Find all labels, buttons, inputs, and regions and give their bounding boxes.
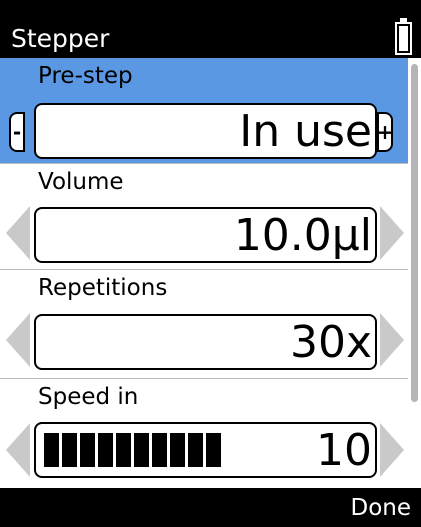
speed-level-segment [188, 433, 203, 467]
screen-title: Stepper [11, 24, 110, 53]
softkey-bar: Done [0, 488, 421, 527]
decrease-arrow-icon[interactable] [6, 423, 30, 477]
settings-list: Pre-step - In use + Volume 10.0µl Repeti… [0, 58, 408, 488]
row-label-volume: Volume [38, 169, 124, 195]
increase-button[interactable]: + [377, 112, 393, 152]
speed-level-segment [80, 433, 95, 467]
speed-in-field[interactable]: 10 [34, 422, 377, 478]
pre-step-field[interactable]: In use [34, 103, 377, 159]
speed-level-segment [62, 433, 77, 467]
speed-level-segment [134, 433, 149, 467]
row-label-repetitions: Repetitions [38, 275, 168, 301]
scrollbar-thumb[interactable] [411, 64, 418, 402]
battery-icon [395, 18, 412, 55]
decrease-arrow-icon[interactable] [6, 313, 30, 367]
increase-arrow-icon[interactable] [380, 423, 404, 477]
increase-arrow-icon[interactable] [380, 206, 404, 260]
speed-level-segment [152, 433, 167, 467]
stepper-screen: Stepper Pre-step - In use + Volume 10.0µ… [0, 0, 421, 527]
decrease-button[interactable]: - [9, 112, 25, 152]
row-pre-step[interactable]: Pre-step - In use + [0, 58, 408, 164]
speed-level-segment [206, 433, 221, 467]
speed-in-value: 10 [316, 425, 372, 476]
row-repetitions[interactable]: Repetitions 30x [0, 270, 408, 379]
row-label-speed-in: Speed in [38, 384, 139, 410]
scrollbar[interactable] [408, 58, 421, 488]
done-button[interactable]: Done [350, 493, 411, 523]
volume-field[interactable]: 10.0µl [34, 207, 377, 263]
speed-level-bar [44, 433, 221, 467]
volume-value: 10.0µl [233, 210, 372, 261]
row-speed-in[interactable]: Speed in 10 [0, 379, 408, 488]
row-volume[interactable]: Volume 10.0µl [0, 164, 408, 270]
speed-level-segment [44, 433, 59, 467]
speed-level-segment [116, 433, 131, 467]
speed-level-segment [170, 433, 185, 467]
increase-arrow-icon[interactable] [380, 313, 404, 367]
speed-level-segment [98, 433, 113, 467]
pre-step-value: In use [239, 106, 372, 157]
repetitions-field[interactable]: 30x [34, 314, 377, 370]
repetitions-value: 30x [289, 317, 372, 368]
row-label-pre-step: Pre-step [38, 63, 133, 89]
decrease-arrow-icon[interactable] [6, 206, 30, 260]
plus-icon: + [376, 120, 394, 144]
minus-icon: - [12, 120, 22, 144]
title-bar: Stepper [0, 0, 421, 58]
